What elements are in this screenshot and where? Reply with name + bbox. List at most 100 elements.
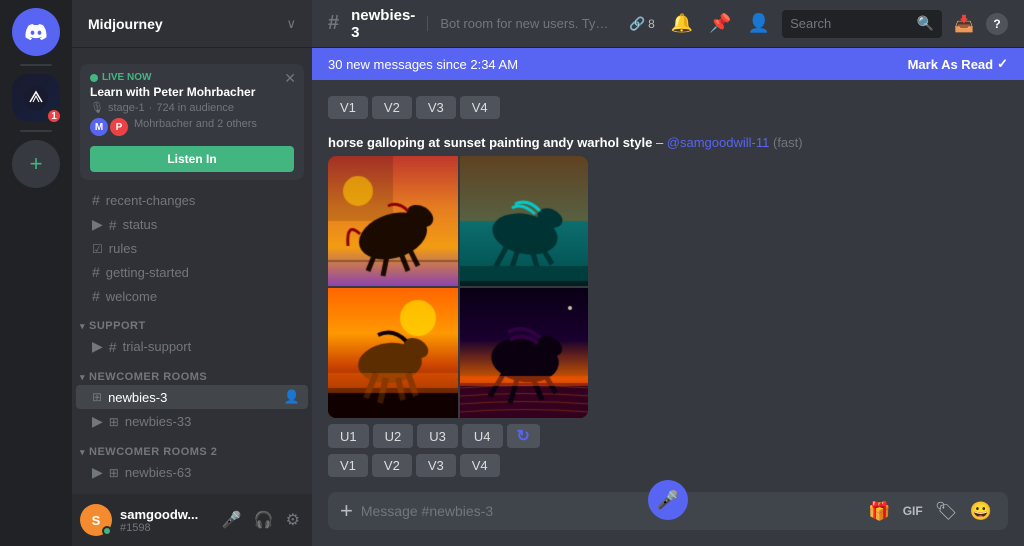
channel-name-newbies-63: newbies-63 — [125, 465, 300, 480]
main-content: # newbies-3 Bot room for new users. Type… — [312, 0, 1024, 546]
channel-item-recent-changes[interactable]: # recent-changes — [76, 188, 308, 212]
prompt-text: horse galloping at sunset painting andy … — [328, 135, 652, 150]
add-attachment-button[interactable]: + — [340, 494, 353, 528]
v1-button-top[interactable]: V1 — [328, 96, 368, 119]
server-badge: 1 — [46, 108, 62, 124]
audience-count: 724 in audience — [156, 102, 234, 114]
add-member-button[interactable]: 👤 — [744, 9, 774, 38]
separator: – — [656, 135, 667, 150]
u3-button[interactable]: U3 — [417, 424, 458, 448]
gift-button[interactable]: 🎁 — [864, 497, 894, 526]
header-search[interactable]: 🔍 — [782, 10, 942, 38]
collapse-icon-n33: ▶ — [92, 413, 103, 430]
new-messages-text: 30 new messages since 2:34 AM — [328, 57, 518, 72]
bell-button[interactable]: 🔔 — [667, 9, 697, 38]
channel-item-trial-support[interactable]: ▶ # trial-support — [76, 334, 308, 359]
search-input[interactable] — [790, 16, 911, 31]
gif-button[interactable]: GIF — [899, 497, 927, 526]
user-info: samgoodw... #1598 — [120, 507, 210, 534]
message-input[interactable] — [361, 492, 856, 530]
category-support[interactable]: ▾ SUPPORT — [72, 316, 312, 334]
grid-icon-n33: ⊞ — [109, 415, 119, 429]
channel-item-welcome[interactable]: # welcome — [76, 284, 308, 308]
channel-hash-icon: # — [328, 12, 339, 35]
image-cell-1 — [328, 156, 458, 286]
server-name: Midjourney — [88, 16, 163, 32]
thread-count: 8 — [648, 17, 655, 31]
server-icon-midjourney[interactable]: 1 — [12, 74, 60, 122]
live-badge: LIVE NOW — [90, 72, 294, 83]
channel-item-rules[interactable]: ☑ rules — [76, 237, 308, 260]
server-icon-discord-home[interactable] — [12, 8, 60, 56]
u1-button[interactable]: U1 — [328, 424, 369, 448]
v2-button-top[interactable]: V2 — [372, 96, 412, 119]
listen-in-button[interactable]: Listen In — [90, 146, 294, 172]
headphones-button[interactable]: 🎧 — [250, 506, 278, 534]
thread-count-button[interactable]: 🔗 8 — [625, 12, 659, 36]
collapse-icon-n63: ▶ — [92, 464, 103, 481]
v1-button-bot[interactable]: V1 — [328, 454, 368, 477]
image-canvas-1 — [328, 156, 458, 286]
v2-button-bot[interactable]: V2 — [372, 454, 412, 477]
hash-icon: # — [92, 192, 100, 208]
category-newcomer-rooms[interactable]: ▾ NEWCOMER ROOMS — [72, 367, 312, 385]
message-input-area: + 🎁 GIF 🏷 😀 🎤 — [312, 484, 1024, 546]
live-close-button[interactable]: ✕ — [284, 70, 296, 87]
channel-name-newbies-33: newbies-33 — [125, 414, 300, 429]
main-message: horse galloping at sunset painting andy … — [328, 135, 1008, 481]
input-actions: 🎁 GIF 🏷 😀 — [864, 497, 996, 526]
channel-item-newbies-33[interactable]: ▶ ⊞ newbies-33 — [76, 409, 308, 434]
settings-button[interactable]: ⚙ — [282, 506, 304, 534]
hash-icon-gs: # — [92, 264, 100, 280]
v4-button-bot[interactable]: V4 — [460, 454, 500, 477]
action-buttons-u: U1 U2 U3 U4 ↻ — [328, 424, 588, 448]
inbox-button[interactable]: 📥 — [950, 10, 978, 38]
u4-button[interactable]: U4 — [462, 424, 503, 448]
thread-icon: 🔗 — [629, 16, 645, 32]
image-canvas-4 — [460, 288, 588, 418]
add-user-icon[interactable]: 👤 — [284, 389, 300, 405]
v3-button-top[interactable]: V3 — [416, 96, 456, 119]
channel-name-rules: rules — [109, 241, 300, 256]
v3-button-bot[interactable]: V3 — [416, 454, 456, 477]
emoji-button[interactable]: 😀 — [966, 497, 996, 526]
header-actions: 🔗 8 🔔 📌 👤 🔍 📥 ? — [625, 9, 1008, 38]
category-arrow-nr: ▾ — [80, 372, 85, 383]
image-cell-4 — [460, 288, 588, 418]
sticker-button[interactable]: 🏷 — [931, 497, 962, 526]
v4-button-top[interactable]: V4 — [460, 96, 500, 119]
help-button[interactable]: ? — [986, 13, 1008, 35]
refresh-button[interactable]: ↻ — [507, 424, 540, 448]
channel-name-trial-support: trial-support — [123, 339, 300, 354]
channel-item-getting-started[interactable]: # getting-started — [76, 260, 308, 284]
user-tag: #1598 — [120, 522, 210, 534]
server-header[interactable]: Midjourney ∨ — [72, 0, 312, 48]
category-arrow-nr2: ▾ — [80, 447, 85, 458]
channel-item-newbies-3[interactable]: ⊞ newbies-3 👤 — [76, 385, 308, 409]
category-label-nr: NEWCOMER ROOMS — [89, 371, 207, 383]
mark-as-read-button[interactable]: Mark As Read ✓ — [908, 56, 1008, 72]
mic-overlay-button[interactable]: 🎤 — [648, 480, 688, 520]
live-others: Mohrbacher and 2 others — [134, 118, 257, 136]
channel-sidebar: Midjourney ∨ LIVE NOW ✕ Learn with Peter… — [72, 0, 312, 546]
channel-header: # newbies-3 Bot room for new users. Type… — [312, 0, 1024, 48]
user-name: samgoodw... — [120, 507, 210, 522]
live-dot — [90, 74, 98, 82]
channel-item-newbies-63[interactable]: ▶ ⊞ newbies-63 — [76, 460, 308, 485]
server-divider — [20, 64, 52, 66]
pin-button[interactable]: 📌 — [705, 9, 735, 38]
category-newcomer-rooms-2[interactable]: ▾ NEWCOMER ROOMS 2 — [72, 442, 312, 460]
mic-button[interactable]: 🎤 — [218, 506, 246, 534]
live-banner: LIVE NOW ✕ Learn with Peter Mohrbacher 🎙… — [80, 64, 304, 180]
u2-button[interactable]: U2 — [373, 424, 414, 448]
collapse-arrow-icon: ▶ — [92, 216, 103, 233]
live-avatars: M P Mohrbacher and 2 others — [90, 118, 294, 136]
hash-icon-ts: # — [109, 339, 117, 355]
channel-name-status: status — [123, 217, 300, 232]
channel-item-status[interactable]: ▶ # status — [76, 212, 308, 237]
user-status-dot — [102, 526, 112, 536]
server-icon-add[interactable]: + — [12, 140, 60, 188]
image-canvas-2 — [460, 156, 588, 286]
search-icon: 🔍 — [917, 15, 934, 32]
image-grid — [328, 156, 588, 418]
